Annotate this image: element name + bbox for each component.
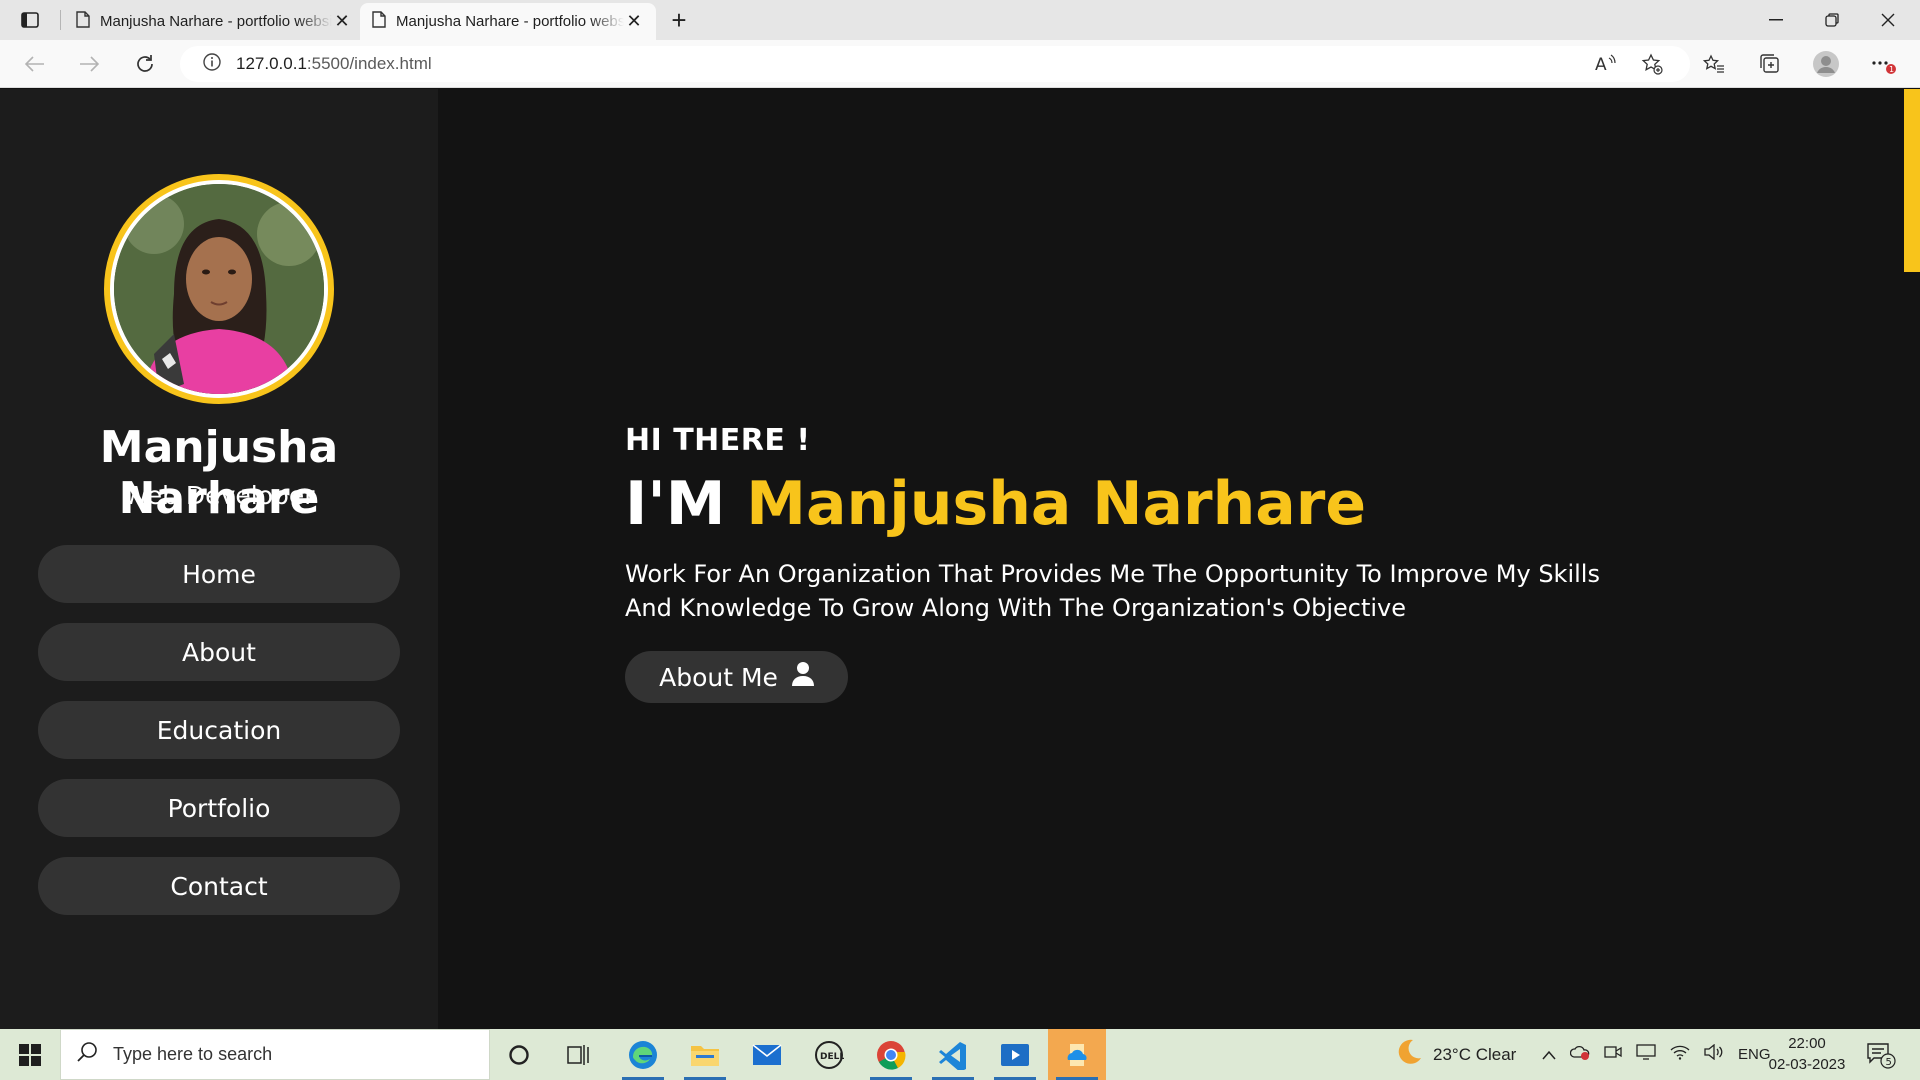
hero-greeting: HI THERE ! <box>625 423 811 458</box>
vscode-icon[interactable] <box>924 1029 982 1080</box>
onedrive-icon[interactable] <box>1048 1029 1106 1080</box>
close-window-icon[interactable] <box>1860 0 1916 40</box>
page-icon <box>76 11 90 32</box>
media-player-icon[interactable] <box>986 1029 1044 1080</box>
chrome-icon[interactable] <box>862 1029 920 1080</box>
hero-description: Work For An Organization That Provides M… <box>625 560 1600 622</box>
page-icon <box>372 11 386 32</box>
portfolio-page: Manjusha Narhare Web Developer Home Abou… <box>0 89 1920 1029</box>
windows-icon[interactable] <box>0 1029 60 1080</box>
svg-text:A: A <box>1595 55 1607 74</box>
close-icon[interactable]: ✕ <box>332 11 352 32</box>
speaker-icon[interactable] <box>1704 1043 1724 1065</box>
refresh-icon[interactable] <box>128 48 162 80</box>
clock-date: 02-03-2023 <box>1768 1056 1846 1073</box>
avatar <box>104 174 334 404</box>
clock-time: 22:00 <box>1788 1035 1826 1052</box>
profile-icon[interactable] <box>1808 48 1844 80</box>
browser-tab-bar: Manjusha Narhare - portfolio website ✕ M… <box>0 0 1920 40</box>
notification-count: 5 <box>1886 1057 1892 1068</box>
nav-item-contact[interactable]: Contact <box>38 857 400 915</box>
sidebar-toggle-icon[interactable] <box>16 8 44 32</box>
url-path: :5500/index.html <box>306 54 432 73</box>
scrollbar[interactable] <box>1904 89 1920 1029</box>
system-tray: ENG <box>1542 1029 1771 1080</box>
nav-item-portfolio[interactable]: Portfolio <box>38 779 400 837</box>
dell-icon[interactable]: DELL <box>800 1029 858 1080</box>
windows-taskbar: Type here to search DELL 23°C Clear ENG … <box>0 1029 1920 1080</box>
tab-separator <box>60 10 61 30</box>
browser-tab-1[interactable]: Manjusha Narhare - portfolio website ✕ <box>64 3 364 40</box>
weather-text: 23°C Clear <box>1433 1044 1517 1064</box>
svg-text:1: 1 <box>1889 65 1894 74</box>
info-icon[interactable] <box>202 52 222 77</box>
scrollbar-thumb[interactable] <box>1904 89 1920 272</box>
taskbar-search-input[interactable]: Type here to search <box>60 1029 490 1080</box>
url-host: 127.0.0.1 <box>236 54 307 73</box>
about-me-button[interactable]: About Me <box>625 651 848 703</box>
sidebar-nav: Home About Education Portfolio Contact <box>38 545 400 935</box>
nav-item-home[interactable]: Home <box>38 545 400 603</box>
favorites-icon[interactable] <box>1696 48 1732 80</box>
close-icon[interactable]: ✕ <box>624 11 644 32</box>
about-me-label: About Me <box>659 662 778 692</box>
restore-icon[interactable] <box>1804 0 1860 40</box>
task-view-icon[interactable] <box>550 1029 608 1080</box>
nav-item-about[interactable]: About <box>38 623 400 681</box>
clock[interactable]: 22:00 02-03-2023 <box>1762 1033 1852 1075</box>
notification-icon[interactable]: 5 <box>1866 1029 1896 1080</box>
url-field[interactable]: 127.0.0.1:5500/index.html <box>180 46 1690 82</box>
edge-icon[interactable] <box>614 1029 672 1080</box>
nav-item-education[interactable]: Education <box>38 701 400 759</box>
plus-icon[interactable]: + <box>664 5 694 35</box>
file-explorer-icon[interactable] <box>676 1029 734 1080</box>
search-placeholder: Type here to search <box>113 1044 273 1064</box>
tab-title: Manjusha Narhare - portfolio website <box>100 13 332 30</box>
mail-icon[interactable] <box>738 1029 796 1080</box>
weather-icon <box>1393 1037 1423 1072</box>
cloud-sync-icon[interactable] <box>1569 1044 1590 1065</box>
browser-tab-2[interactable]: Manjusha Narhare - portfolio website ✕ <box>360 3 656 40</box>
back-arrow-icon[interactable] <box>18 48 52 80</box>
meet-now-icon[interactable] <box>1604 1044 1622 1065</box>
user-icon <box>791 662 814 692</box>
svg-text:DELL: DELL <box>820 1052 844 1062</box>
hero-title-highlight: Manjusha Narhare <box>746 469 1367 539</box>
weather-widget[interactable]: 23°C Clear <box>1393 1029 1516 1080</box>
network-icon[interactable] <box>1670 1044 1690 1065</box>
profile-role: Web Developer <box>123 481 315 510</box>
profile-photo <box>114 184 324 394</box>
browser-address-bar: 127.0.0.1:5500/index.html A 1 <box>0 40 1920 88</box>
url-text: 127.0.0.1:5500/index.html <box>236 54 432 74</box>
read-aloud-icon[interactable]: A <box>1588 48 1624 80</box>
display-icon[interactable] <box>1636 1044 1656 1065</box>
cortana-icon[interactable] <box>490 1029 548 1080</box>
add-favorite-icon[interactable] <box>1634 48 1670 80</box>
more-icon[interactable]: 1 <box>1866 48 1902 80</box>
forward-arrow-icon[interactable] <box>72 48 106 80</box>
tab-title: Manjusha Narhare - portfolio website <box>396 13 624 30</box>
collections-icon[interactable] <box>1752 48 1788 80</box>
minimize-icon[interactable] <box>1748 0 1804 40</box>
sidebar: Manjusha Narhare Web Developer Home Abou… <box>0 89 438 1029</box>
search-icon <box>77 1041 99 1068</box>
hero-title-prefix: I'M <box>625 469 747 539</box>
hero-title: I'M Manjusha Narhare <box>625 469 1366 539</box>
hero-section: HI THERE ! I'M Manjusha Narhare Work For… <box>438 89 1904 1029</box>
chevron-up-icon[interactable] <box>1542 1045 1556 1065</box>
